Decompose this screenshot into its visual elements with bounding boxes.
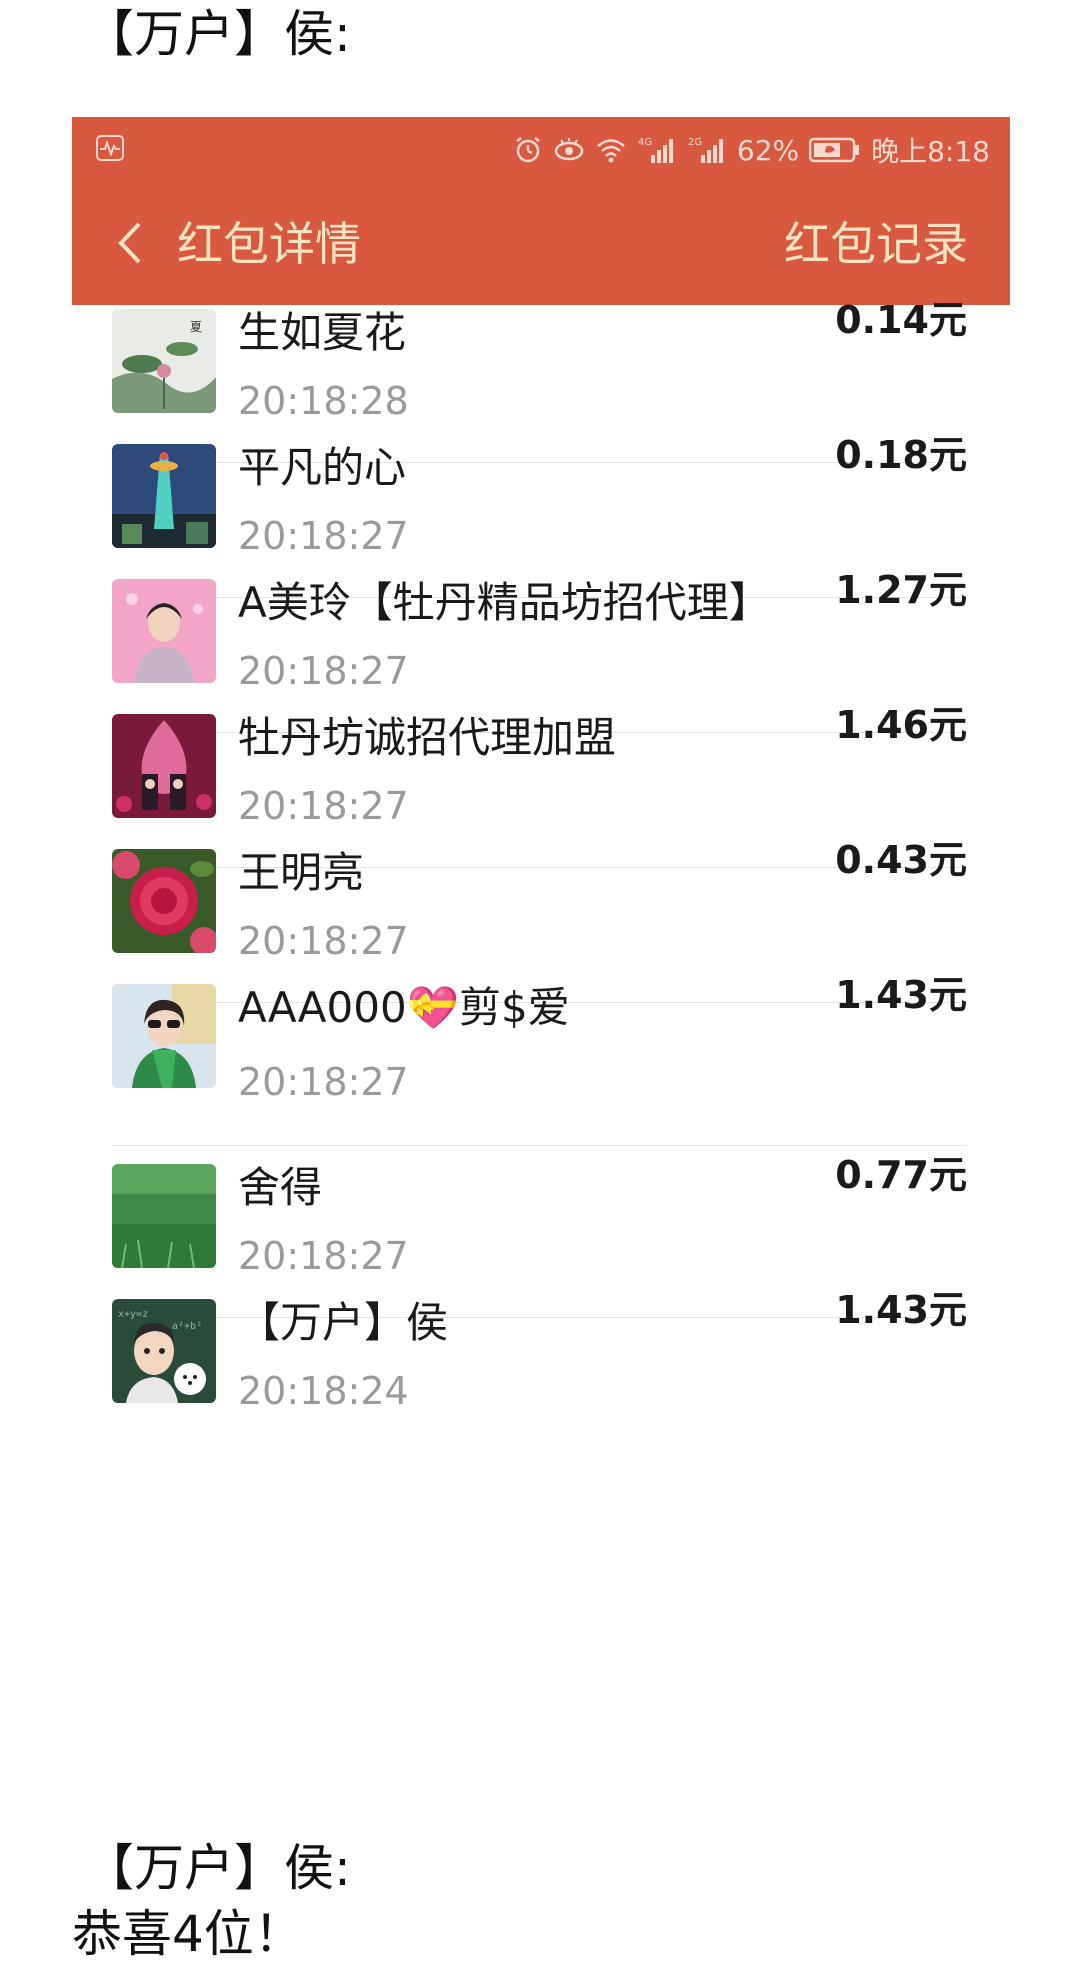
battery-percent: 62% (736, 133, 800, 167)
nav-bar: 红包详情 红包记录 (72, 183, 1010, 305)
chat-message-text: 恭喜4位！ (72, 1905, 304, 1963)
record-amount: 0.77元 (835, 1153, 967, 1197)
record-name: AAA000💝剪$爱 (238, 983, 570, 1032)
eye-comfort-icon (553, 137, 585, 163)
back-arrow-icon[interactable] (100, 213, 160, 273)
record-name: 牡丹坊诚招代理加盟 (238, 713, 617, 762)
page-title: 红包详情 (177, 217, 361, 271)
record-time: 20:18:27 (238, 919, 409, 963)
status-icons: 4G 2G 62% 晚上8:18 (513, 117, 990, 183)
list-item[interactable]: x+y=z a²+b² 【万户】侯 20:18:24 1.43元 (112, 1281, 967, 1453)
record-amount: 0.14元 (835, 298, 967, 342)
record-name: 舍得 (238, 1163, 323, 1212)
chat-sender-name: 【万户】侯: (84, 5, 351, 63)
list-item[interactable]: AAA000💝剪$爱 20:18:27 1.43元 (112, 966, 967, 1146)
cartoon-man-dog-avatar[interactable]: x+y=z a²+b² (112, 1299, 216, 1403)
signal-2-label: 2G (688, 137, 702, 148)
activity-monitor-icon (96, 135, 124, 161)
product-poster-avatar[interactable] (112, 714, 216, 818)
record-time: 20:18:24 (238, 1369, 409, 1413)
record-name: 【万户】侯 (238, 1298, 449, 1347)
record-name: 生如夏花 (238, 308, 407, 357)
record-amount: 0.43元 (835, 838, 967, 882)
status-bar: 4G 2G 62% 晚上8:18 (72, 117, 1010, 183)
record-time: 20:18:27 (238, 1234, 409, 1278)
record-time: 20:18:27 (238, 649, 409, 693)
record-time: 20:18:28 (238, 379, 409, 423)
grass-avatar[interactable] (112, 1164, 216, 1268)
red-packet-screenshot: 4G 2G 62% 晚上8:18 红包详情 红包记录 夏 生如夏花 20:18:… (72, 117, 1010, 1657)
record-amount: 0.18元 (835, 433, 967, 477)
alarm-icon (513, 135, 543, 165)
record-amount: 1.43元 (835, 973, 967, 1017)
woman-scarf-avatar[interactable] (112, 984, 216, 1088)
wifi-icon (595, 136, 627, 164)
record-amount: 1.27元 (835, 568, 967, 612)
signal-1-label: 4G (638, 137, 652, 148)
signal-2g-icon: 2G (687, 135, 727, 165)
battery-icon (809, 137, 861, 163)
record-time: 20:18:27 (238, 514, 409, 558)
record-time: 20:18:27 (238, 1060, 409, 1104)
lotus-painting-avatar[interactable]: 夏 (112, 309, 216, 413)
record-amount: 1.43元 (835, 1288, 967, 1332)
tower-avatar[interactable] (112, 444, 216, 548)
record-amount: 1.46元 (835, 703, 967, 747)
svg-text:a²+b²: a²+b² (172, 1321, 202, 1332)
record-name: A美玲【牡丹精品坊招代理】 (238, 578, 771, 627)
record-time: 20:18:27 (238, 784, 409, 828)
page: 【万户】侯: 4G 2G 62% 晚上8:18 红包详情 红包记录 夏 生如夏花… (0, 0, 1080, 1986)
peony-flower-avatar[interactable] (112, 849, 216, 953)
woman-pink-avatar[interactable] (112, 579, 216, 683)
red-packet-records-link[interactable]: 红包记录 (784, 183, 968, 305)
signal-4g-icon: 4G (637, 135, 677, 165)
chat-sender-name: 【万户】侯: (84, 1839, 351, 1897)
svg-text:夏: 夏 (190, 320, 202, 334)
svg-text:x+y=z: x+y=z (118, 1309, 148, 1320)
clock: 晚上8:18 (871, 135, 990, 168)
record-name: 平凡的心 (238, 443, 407, 492)
record-name: 王明亮 (238, 848, 365, 897)
